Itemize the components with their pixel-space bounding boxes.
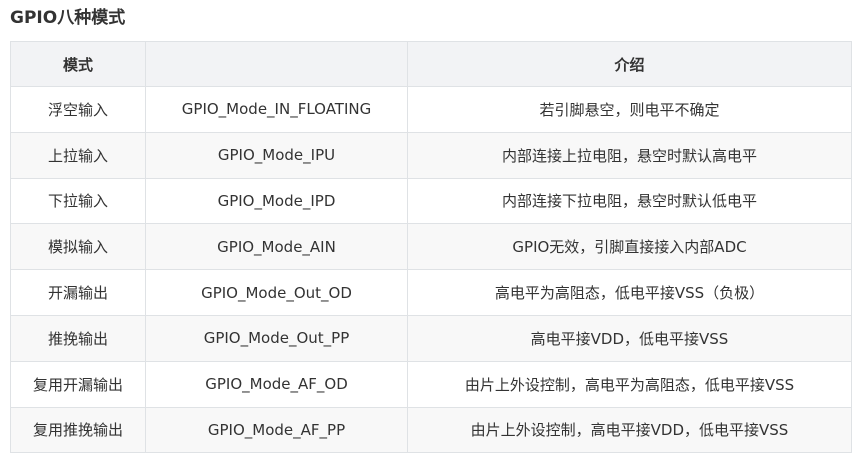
mode-name-cell: 复用开漏输出 (10, 360, 146, 408)
mode-name-cell: 复用推挽输出 (10, 406, 146, 454)
mode-constant-cell: GPIO_Mode_AIN (145, 223, 408, 271)
mode-description-cell: 由片上外设控制，高电平为高阻态，低电平接VSS (407, 360, 852, 408)
mode-description-cell: 高电平为高阻态，低电平接VSS（负极） (407, 269, 852, 316)
table-row: 下拉输入 GPIO_Mode_IPD 内部连接下拉电阻，悬空时默认低电平 (10, 177, 852, 225)
mode-description-cell: 由片上外设控制，高电平接VDD，低电平接VSS (407, 406, 852, 454)
mode-constant-cell: GPIO_Mode_Out_OD (145, 269, 408, 316)
mode-description-cell: GPIO无效，引脚直接接入内部ADC (407, 223, 852, 271)
mode-constant-cell: GPIO_Mode_AF_OD (145, 360, 408, 408)
mode-name-cell: 下拉输入 (10, 177, 146, 225)
table-row: 上拉输入 GPIO_Mode_IPU 内部连接上拉电阻，悬空时默认高电平 (10, 131, 852, 179)
table-row: 浮空输入 GPIO_Mode_IN_FLOATING 若引脚悬空，则电平不确定 (10, 86, 852, 133)
table-row: 模拟输入 GPIO_Mode_AIN GPIO无效，引脚直接接入内部ADC (10, 223, 852, 271)
table-header-row: 模式 介绍 (10, 41, 852, 87)
mode-description-cell: 若引脚悬空，则电平不确定 (407, 86, 852, 133)
mode-description-cell: 内部连接下拉电阻，悬空时默认低电平 (407, 177, 852, 225)
table-row: 开漏输出 GPIO_Mode_Out_OD 高电平为高阻态，低电平接VSS（负极… (10, 269, 852, 316)
mode-constant-cell: GPIO_Mode_Out_PP (145, 314, 408, 362)
mode-name-cell: 模拟输入 (10, 223, 146, 271)
mode-name-cell: 上拉输入 (10, 131, 146, 179)
mode-name-cell: 浮空输入 (10, 86, 146, 133)
table-row: 推挽输出 GPIO_Mode_Out_PP 高电平接VDD，低电平接VSS (10, 314, 852, 362)
table-row: 复用推挽输出 GPIO_Mode_AF_PP 由片上外设控制，高电平接VDD，低… (10, 406, 852, 454)
mode-name-cell: 推挽输出 (10, 314, 146, 362)
page-title: GPIO八种模式 (10, 8, 126, 28)
mode-constant-cell: GPIO_Mode_AF_PP (145, 406, 408, 454)
gpio-modes-table: 模式 介绍 浮空输入 GPIO_Mode_IN_FLOATING 若引脚悬空，则… (10, 41, 852, 454)
mode-constant-cell: GPIO_Mode_IPD (145, 177, 408, 225)
header-mode: 模式 (10, 41, 146, 87)
mode-constant-cell: GPIO_Mode_IN_FLOATING (145, 86, 408, 133)
mode-description-cell: 内部连接上拉电阻，悬空时默认高电平 (407, 131, 852, 179)
mode-name-cell: 开漏输出 (10, 269, 146, 316)
header-constant (145, 41, 408, 87)
mode-constant-cell: GPIO_Mode_IPU (145, 131, 408, 179)
mode-description-cell: 高电平接VDD，低电平接VSS (407, 314, 852, 362)
header-description: 介绍 (407, 41, 852, 87)
table-row: 复用开漏输出 GPIO_Mode_AF_OD 由片上外设控制，高电平为高阻态，低… (10, 360, 852, 408)
